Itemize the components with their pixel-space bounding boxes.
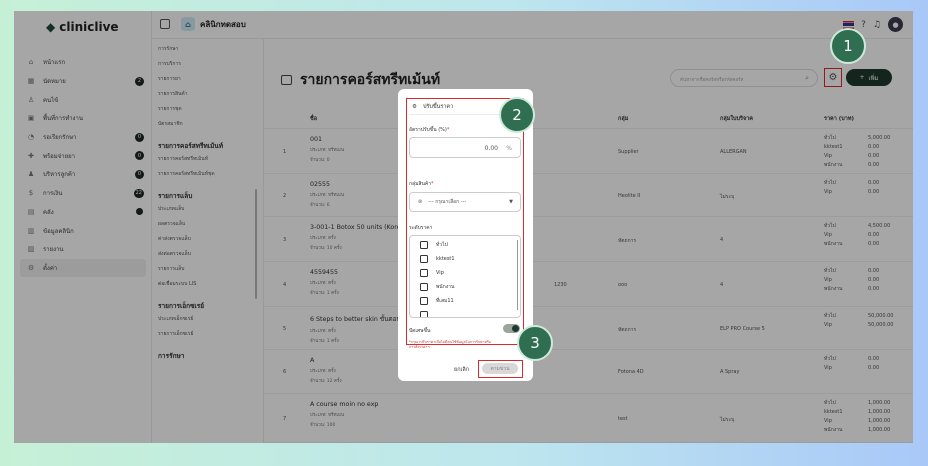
app-window: ◆ cliniclive ⌂ หน้าแรก ▦ นัดหมาย 2 ♙ คนไข้ ▣ พื้… xyxy=(14,11,913,443)
modal-title-text: ปรับขึ้นราคา xyxy=(422,104,454,110)
price-level-label: ทั่วไป xyxy=(436,242,448,248)
rate-input[interactable]: 0.00 % xyxy=(409,137,521,158)
required-mark: * xyxy=(446,127,450,133)
price-level-label: พนักงาน xyxy=(436,284,455,290)
rate-label: อัตราปรับขึ้น (%)* xyxy=(409,126,449,134)
price-level-checkbox[interactable]: พนักงาน xyxy=(420,283,454,291)
group-select-value: --- กรุณาเลือก --- xyxy=(428,199,467,205)
rate-unit: % xyxy=(506,145,512,152)
callout-2: 2 xyxy=(499,97,535,133)
rate-value: 0.00 xyxy=(484,145,498,152)
checkbox-icon xyxy=(420,241,428,249)
price-level-checkbox[interactable]: kktest1 xyxy=(420,255,455,263)
gear-icon: ⚙ xyxy=(412,104,417,110)
cancel-button[interactable]: ยกเลิก xyxy=(454,366,469,374)
layers-icon: ⊜ xyxy=(418,199,423,205)
group-label: กลุ่มสินค้า* xyxy=(409,180,434,188)
price-level-checkbox[interactable]: ทั่วไป xyxy=(420,241,448,249)
checkbox-icon xyxy=(420,283,428,291)
price-adjust-modal: ⚙ ปรับขึ้นราคา อัตราปรับขึ้น (%)* 0.00 %… xyxy=(398,89,533,381)
checkbox-icon xyxy=(420,255,428,263)
price-level-list: ทั่วไป kktest1 Vip พนักงานที่เสม11 xyxy=(409,235,521,318)
group-select[interactable]: ⊜ --- กรุณาเลือก --- ▼ xyxy=(409,192,521,212)
highlight-box-save: ตามขวน xyxy=(478,360,523,378)
price-level-checkbox[interactable]: ที่เสม11 xyxy=(420,297,454,305)
checkbox-icon xyxy=(420,311,428,317)
modal-title: ⚙ ปรับขึ้นราคา xyxy=(412,103,453,111)
save-button[interactable]: ตามขวน xyxy=(482,363,518,374)
rate-label-text: อัตราปรับขึ้น (%) xyxy=(409,127,447,133)
round-up-label: ปัดเศษขึ้น xyxy=(409,328,431,334)
price-level-label: ที่เสม11 xyxy=(436,298,454,304)
round-up-toggle[interactable] xyxy=(503,324,520,333)
price-level-label: Vip xyxy=(436,270,444,276)
group-label-text: กลุ่มสินค้า xyxy=(409,181,432,187)
price-level-checkbox[interactable]: Vip xyxy=(420,269,444,277)
level-label: ระดับราคา xyxy=(409,225,433,231)
price-level-label: kktest1 xyxy=(436,256,455,262)
checkbox-icon xyxy=(420,297,428,305)
required-mark: * xyxy=(431,181,434,187)
chevron-down-icon: ▼ xyxy=(509,199,513,205)
price-level-checkbox[interactable] xyxy=(420,311,428,317)
warning-note-line2: การสั่งราคาฯ xyxy=(409,345,430,349)
callout-1: 1 xyxy=(830,28,866,64)
callout-3: 3 xyxy=(517,325,553,361)
checkbox-icon xyxy=(420,269,428,277)
list-scrollbar[interactable] xyxy=(516,240,518,310)
